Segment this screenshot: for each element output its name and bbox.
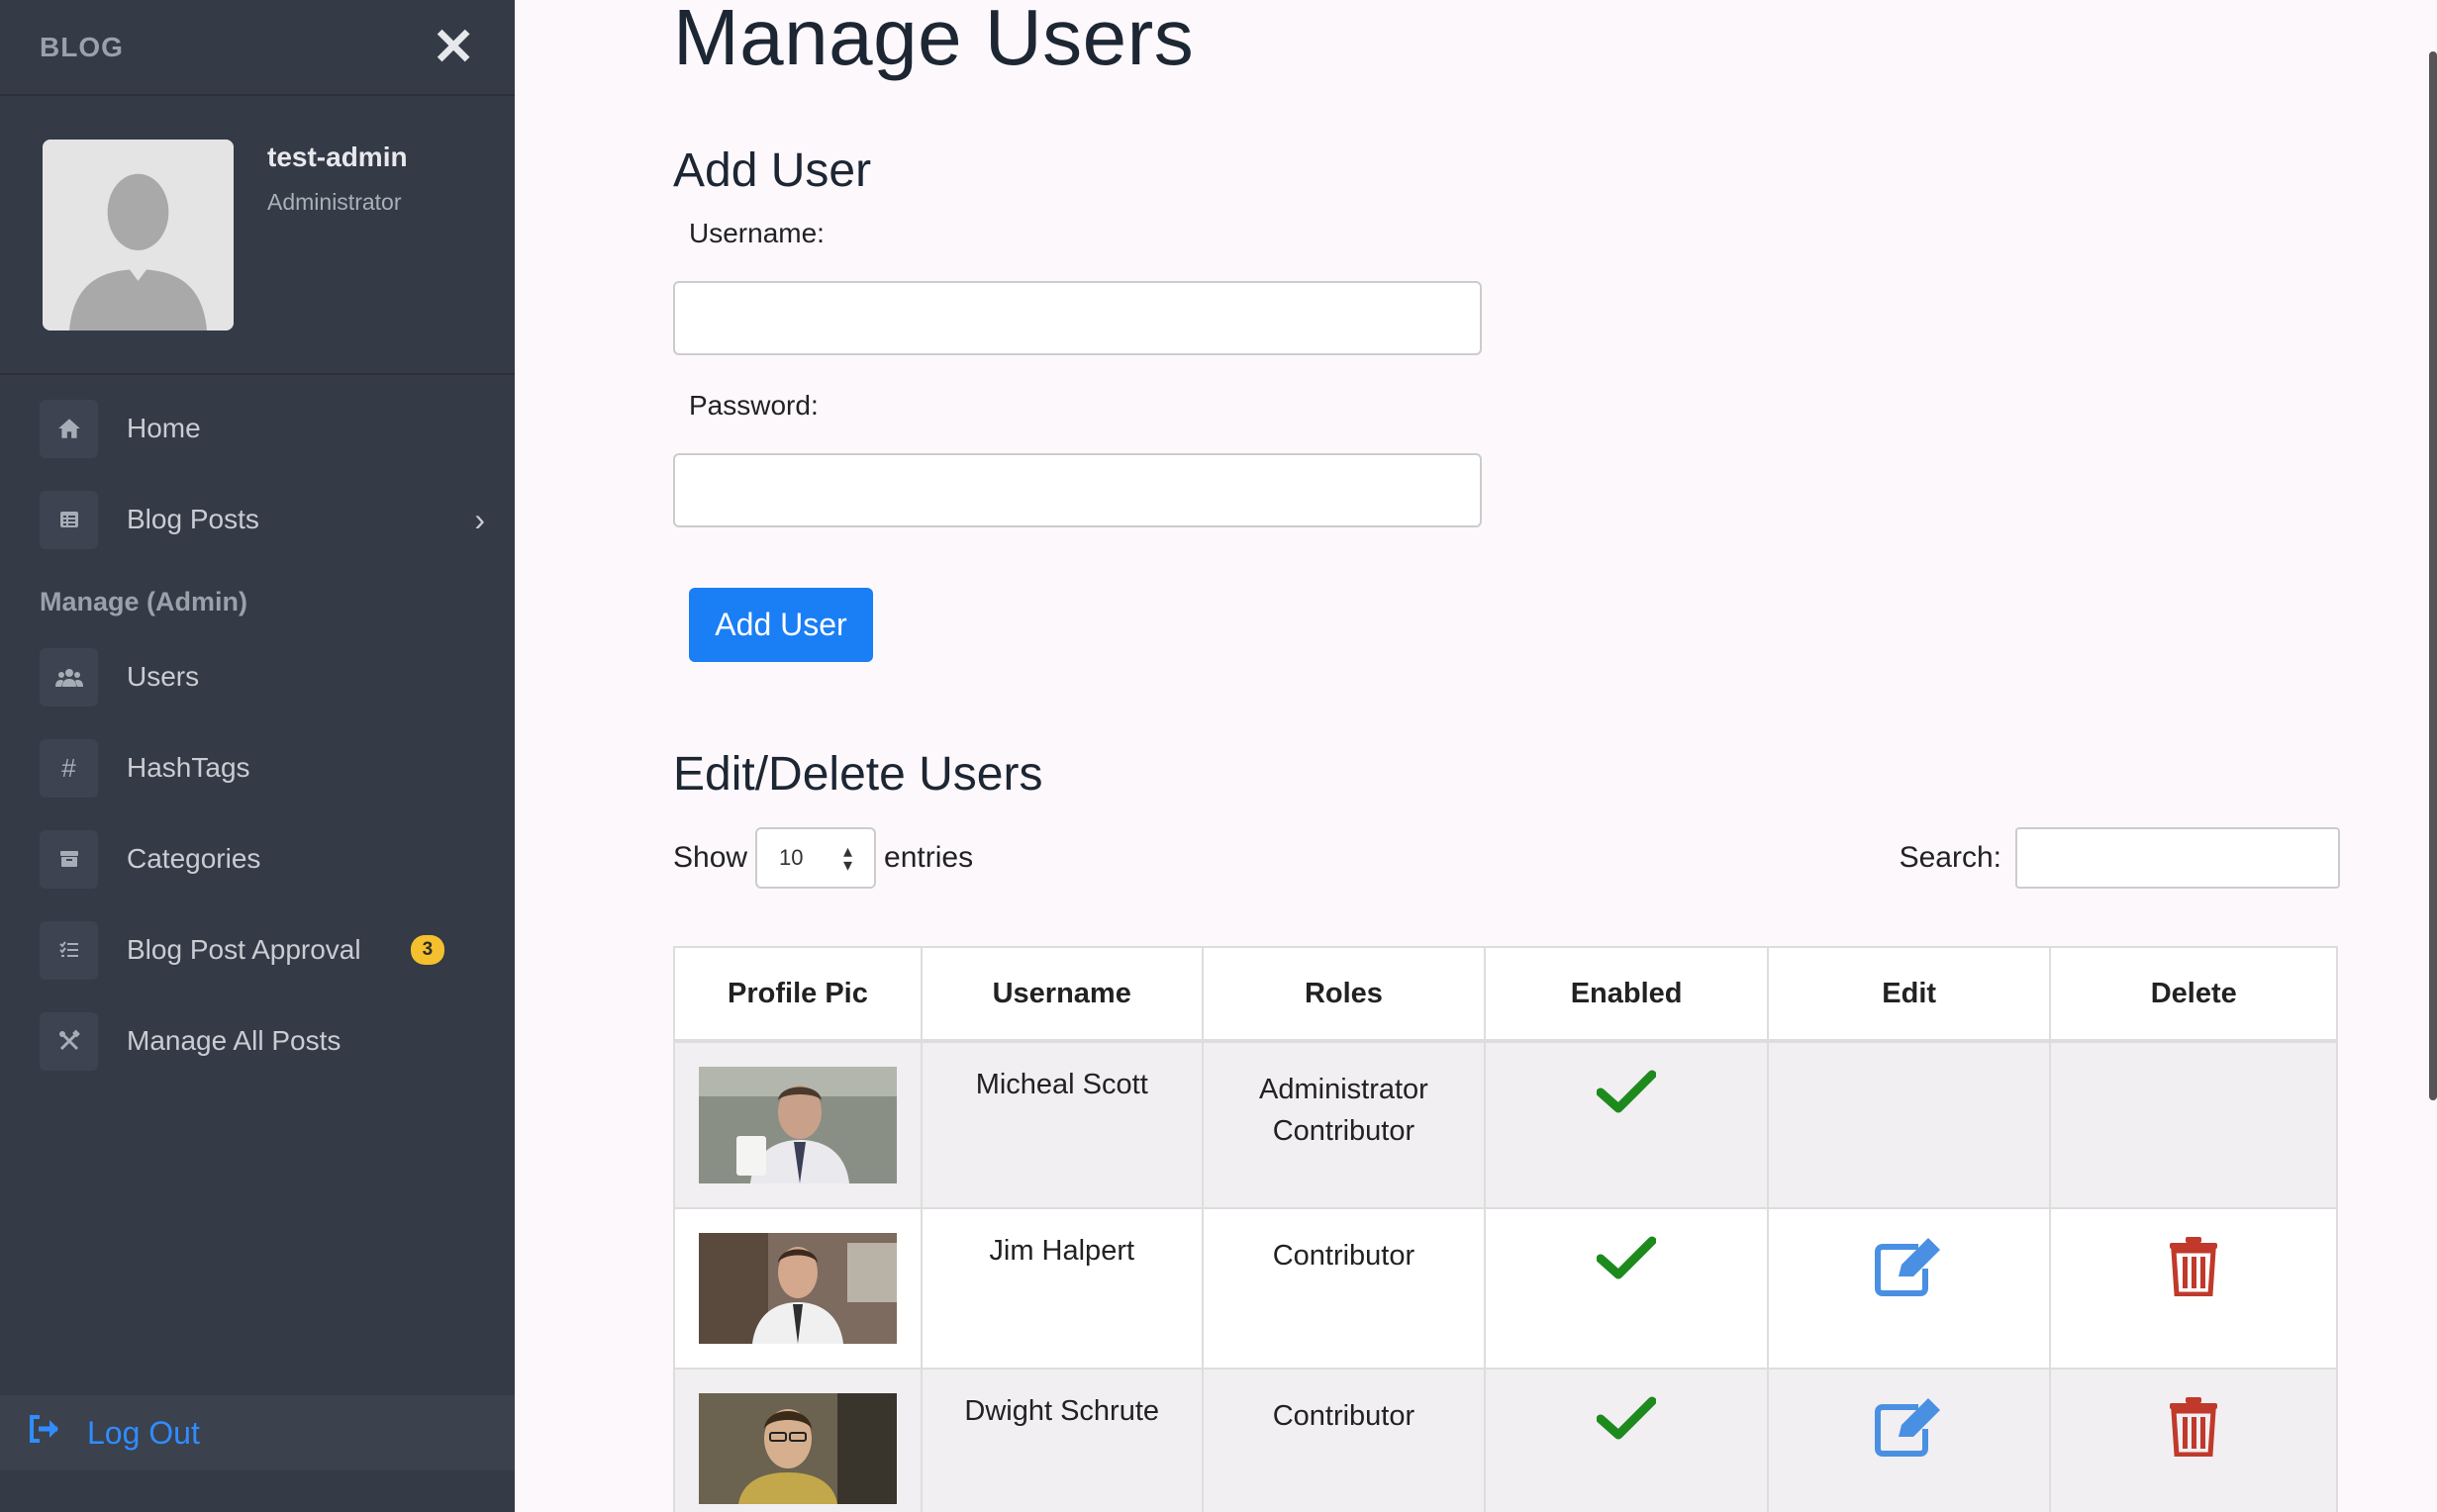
username-label: Username: [689, 218, 825, 248]
profile-role: Administrator [267, 189, 402, 215]
role-label: Contributor [1272, 1115, 1415, 1147]
sidebar-item-blog-posts[interactable]: Blog Posts › [0, 474, 515, 565]
check-icon[interactable] [1596, 1395, 1657, 1441]
check-icon[interactable] [1596, 1069, 1657, 1114]
role-label: Contributor [1272, 1400, 1415, 1432]
page-title: Manage Users [673, 0, 1195, 81]
sidebar-item-label: Home [127, 413, 201, 443]
profile-photo [698, 1233, 897, 1344]
roles-cell: Administrator Contributor [1201, 1040, 1487, 1209]
brand-title: BLOG [40, 31, 124, 62]
check-icon[interactable] [1596, 1235, 1657, 1280]
column-header-username[interactable]: Username [920, 946, 1204, 1043]
edit-icon[interactable] [1874, 1395, 1944, 1457]
role-label: Contributor [1272, 1240, 1415, 1272]
username-input[interactable] [673, 281, 1482, 355]
username-cell: Dwight Schrute [920, 1368, 1204, 1512]
roles-cell: Contributor [1201, 1207, 1487, 1370]
sign-out-icon [28, 1414, 61, 1452]
home-icon [40, 399, 98, 458]
column-header-profile-pic[interactable]: Profile Pic [673, 946, 923, 1043]
sidebar-item-label: Blog Post Approval [127, 934, 361, 965]
entries-select[interactable]: 10 ▴ ▾ [755, 827, 877, 889]
tools-icon [40, 1011, 98, 1071]
sidebar-nav: Home Blog Posts › Manage (Admin) Users #… [0, 375, 515, 1087]
users-table: Profile Pic Username Roles Enabled Edit … [673, 946, 2338, 1512]
sidebar-header: BLOG ✕ [0, 0, 515, 96]
edit-cell [1766, 1207, 2052, 1370]
add-user-button[interactable]: Add User [689, 588, 873, 662]
password-label: Password: [689, 390, 819, 421]
sidebar-item-hashtags[interactable]: # HashTags [0, 722, 515, 813]
close-icon[interactable]: ✕ [432, 22, 475, 73]
profile-pic-cell [673, 1040, 923, 1209]
profile-pic-cell [673, 1368, 923, 1512]
sidebar-item-label: Manage All Posts [127, 1025, 341, 1056]
column-header-delete[interactable]: Delete [2049, 946, 2338, 1043]
profile-pic-cell [673, 1207, 923, 1370]
table-header-row: Profile Pic Username Roles Enabled Edit … [673, 946, 2338, 1043]
profile-photo [698, 1067, 897, 1183]
users-icon [40, 647, 98, 707]
sort-updown-icon: ▴ ▾ [843, 840, 853, 875]
search-label: Search: [1899, 841, 2001, 874]
column-header-roles[interactable]: Roles [1201, 946, 1487, 1043]
profile-username: test-admin [267, 142, 408, 172]
enabled-cell [1484, 1207, 1769, 1370]
scrollbar-thumb[interactable] [2429, 51, 2437, 1100]
sidebar-item-home[interactable]: Home [0, 383, 515, 474]
column-header-enabled[interactable]: Enabled [1484, 946, 1769, 1043]
sidebar-item-manage-all-posts[interactable]: Manage All Posts [0, 995, 515, 1087]
avatar-placeholder-icon [43, 140, 234, 331]
delete-cell [2049, 1040, 2338, 1209]
logout-label: Log Out [87, 1414, 200, 1451]
user-profile: test-admin Administrator [0, 96, 515, 375]
archive-icon [40, 829, 98, 889]
delete-cell [2049, 1207, 2338, 1370]
entries-value: 10 [779, 845, 804, 870]
roles-cell: Contributor [1201, 1368, 1487, 1512]
sidebar: BLOG ✕ test-admin Administrator Home Blo… [0, 0, 515, 1512]
role-label: Administrator [1259, 1074, 1428, 1105]
profile-photo [698, 1393, 897, 1504]
enabled-cell [1484, 1040, 1769, 1209]
entries-length-control: Show 10 ▴ ▾ entries [673, 827, 973, 889]
sidebar-item-categories[interactable]: Categories [0, 813, 515, 904]
trash-icon[interactable] [2168, 1395, 2219, 1457]
sidebar-item-label: HashTags [127, 752, 250, 783]
username-cell: Jim Halpert [920, 1207, 1204, 1370]
table-row: Micheal Scott Administrator Contributor [673, 1040, 2338, 1209]
sidebar-item-label: Users [127, 661, 200, 692]
table-search: Search: [1900, 827, 2340, 889]
enabled-cell [1484, 1368, 1769, 1512]
show-label: Show [673, 841, 748, 874]
add-user-heading: Add User [673, 144, 872, 197]
trash-icon[interactable] [2168, 1235, 2219, 1296]
edit-cell [1766, 1368, 2052, 1512]
entries-label: entries [884, 841, 974, 874]
main-content: Manage Users Add User Username: Password… [673, 0, 2340, 1512]
approval-count-badge: 3 [410, 935, 445, 965]
column-header-edit[interactable]: Edit [1766, 946, 2052, 1043]
sidebar-item-label: Categories [127, 843, 261, 874]
delete-cell [2049, 1368, 2338, 1512]
tasks-icon [40, 920, 98, 980]
list-icon [40, 490, 98, 549]
sidebar-item-label: Blog Posts [127, 504, 259, 534]
password-input[interactable] [673, 453, 1482, 527]
sidebar-item-users[interactable]: Users [0, 631, 515, 722]
table-row: Dwight Schrute Contributor [673, 1368, 2338, 1512]
edit-cell [1766, 1040, 2052, 1209]
sidebar-section-label: Manage (Admin) [40, 587, 248, 616]
hashtag-icon: # [40, 738, 98, 798]
username-cell: Micheal Scott [920, 1040, 1204, 1209]
edit-icon[interactable] [1874, 1235, 1944, 1296]
search-input[interactable] [2015, 827, 2340, 889]
table-row: Jim Halpert Contributor [673, 1207, 2338, 1370]
avatar [43, 140, 234, 331]
edit-users-heading: Edit/Delete Users [673, 748, 1043, 801]
chevron-right-icon: › [474, 501, 485, 537]
sidebar-item-blog-post-approval[interactable]: Blog Post Approval 3 [0, 904, 515, 995]
logout-button[interactable]: Log Out [0, 1395, 515, 1470]
